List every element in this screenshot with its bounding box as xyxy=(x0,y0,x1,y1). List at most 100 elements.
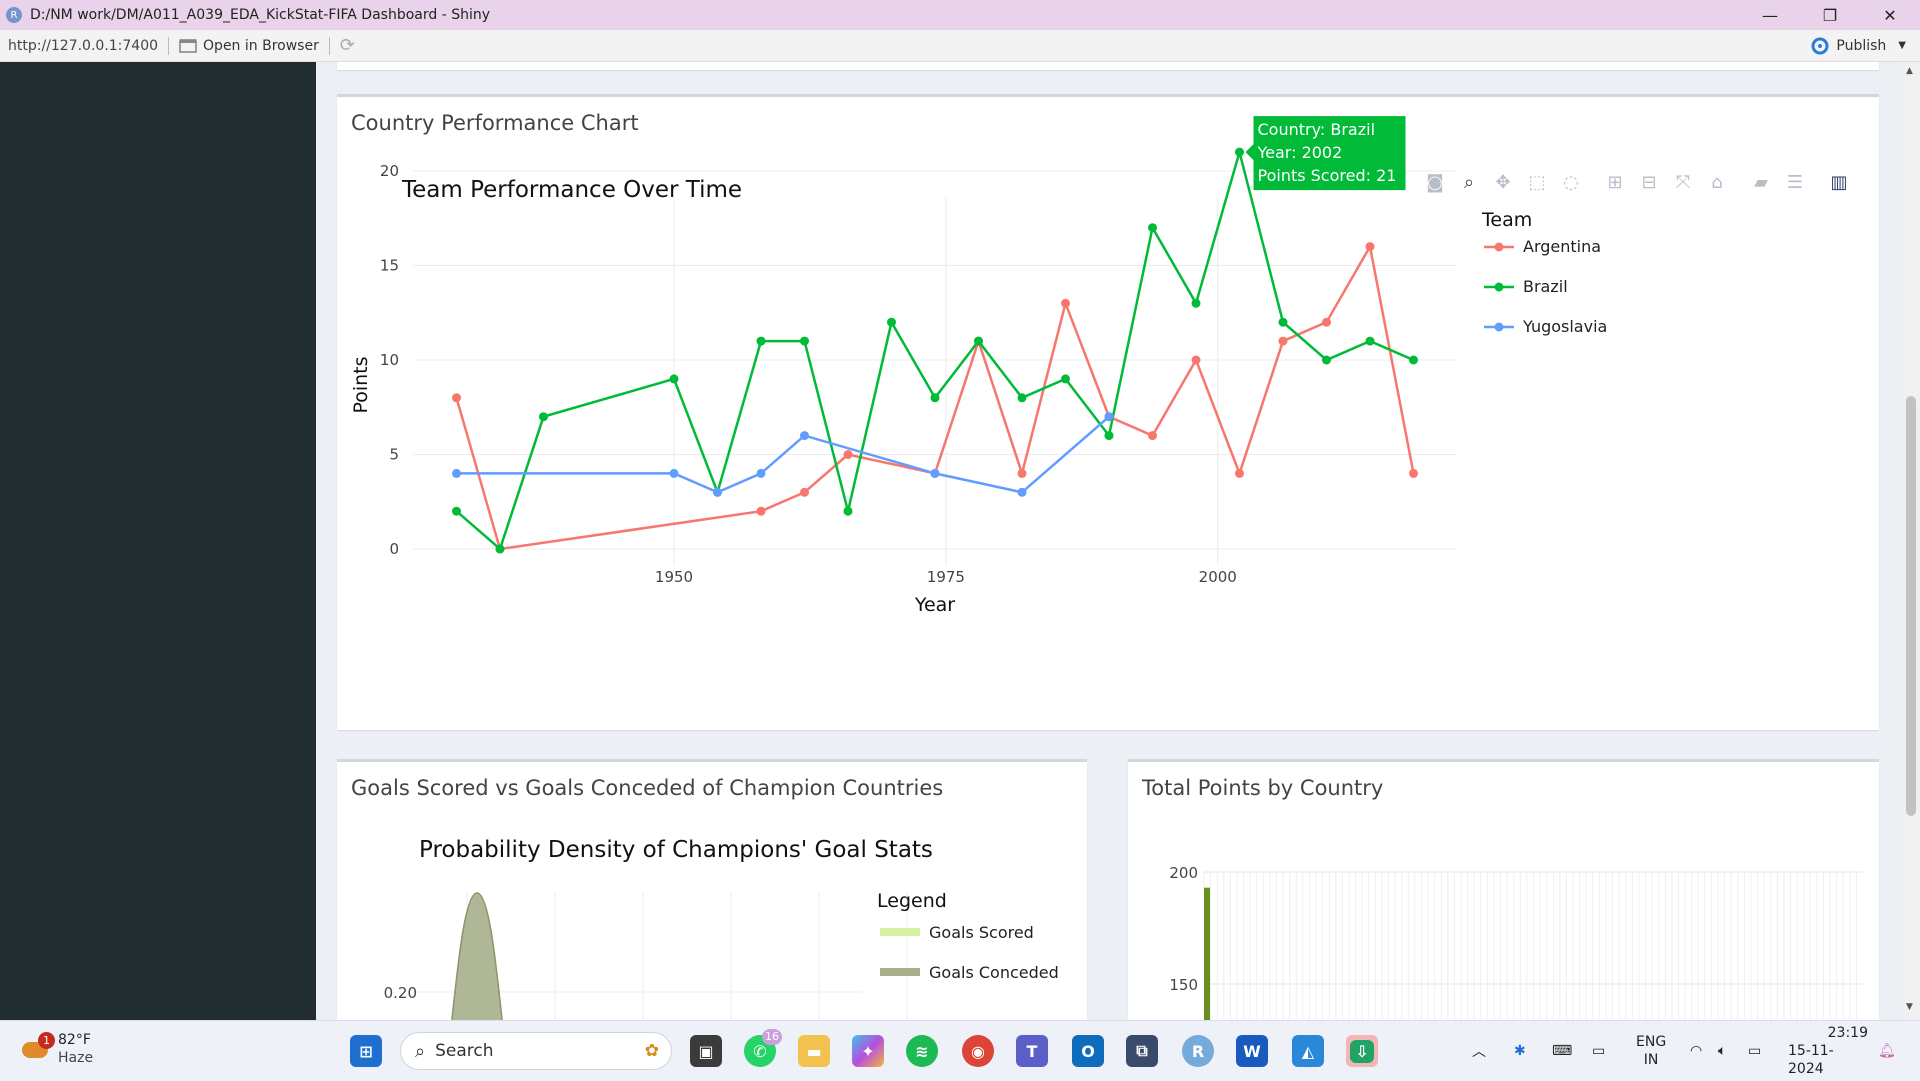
team-performance-chart[interactable]: Team Performance Over Time 0 5 10 15 20 1950 19… xyxy=(337,97,1879,733)
tooltip-line: Year: 2002 xyxy=(1257,143,1343,162)
chevron-down-icon: ▼ xyxy=(1898,40,1906,51)
notification-bell-icon[interactable]: 🔔︎ xyxy=(1878,1021,1896,1081)
legend-label: Goals Scored xyxy=(929,923,1034,942)
legend-title: Team xyxy=(1481,209,1532,231)
data-point-brazil xyxy=(843,506,853,516)
data-point-argentina xyxy=(1191,355,1201,365)
legend-title: Legend xyxy=(877,890,947,912)
legend-marker xyxy=(1494,242,1504,252)
copilot-icon[interactable]: ✦ xyxy=(852,1035,884,1067)
data-point-argentina xyxy=(843,450,853,459)
data-point-brazil xyxy=(1365,336,1375,346)
data-point-brazil xyxy=(452,506,461,516)
weather-badge: 1 xyxy=(38,1032,55,1049)
density-area-goals-conceded xyxy=(451,892,503,1020)
open-in-browser-label: Open in Browser xyxy=(203,37,319,54)
photos-icon[interactable]: ◭ xyxy=(1292,1035,1324,1067)
x-tick-label: 1975 xyxy=(927,568,965,586)
file-explorer-icon[interactable]: ▬ xyxy=(798,1035,830,1067)
keyboard-icon[interactable]: ⌨ xyxy=(1552,1021,1572,1081)
spotify-icon[interactable]: ≋ xyxy=(906,1035,938,1067)
scroll-down-icon[interactable]: ▼ xyxy=(1906,1002,1913,1012)
battery-icon[interactable]: ▭ xyxy=(1748,1021,1761,1081)
legend-label: Goals Conceded xyxy=(929,963,1059,982)
refresh-icon[interactable]: ⟳ xyxy=(340,35,355,56)
app-icon[interactable]: ⧉ xyxy=(1126,1035,1158,1067)
search-highlight-icon: ✿ xyxy=(644,1041,659,1061)
chart-title: Team Performance Over Time xyxy=(401,177,742,203)
display-icon[interactable]: ▭ xyxy=(1592,1021,1605,1081)
volume-icon[interactable]: 🔈︎ xyxy=(1718,1021,1726,1081)
data-point-brazil xyxy=(1148,223,1157,233)
y-tick-label: 150 xyxy=(1169,976,1198,994)
chart-title: Probability Density of Champions' Goal S… xyxy=(419,837,933,863)
rstudio-icon[interactable]: R xyxy=(1182,1035,1214,1067)
address-bar: http://127.0.0.1:7400 Open in Browser ⟳ … xyxy=(0,30,1920,62)
open-in-browser-button[interactable]: Open in Browser xyxy=(179,38,319,54)
weather-icon: 1 xyxy=(20,1032,55,1064)
search-icon: ⌕ xyxy=(415,1040,426,1062)
previous-box-bottom xyxy=(337,62,1879,70)
scroll-up-icon[interactable]: ▲ xyxy=(1906,66,1913,76)
windows-start-icon[interactable]: ⊞ xyxy=(350,1035,382,1067)
y-tick-label: 5 xyxy=(389,446,399,464)
vertical-scrollbar[interactable]: ▲ ▼ xyxy=(1902,62,1920,1020)
y-tick-label: 0.20 xyxy=(384,984,417,1002)
y-tick-label: 10 xyxy=(380,351,399,369)
publish-button[interactable]: Publish ▼ xyxy=(1810,37,1906,55)
weather-widget[interactable]: 1 82°F Haze xyxy=(20,1031,93,1067)
language-indicator[interactable]: ENG IN xyxy=(1636,1021,1666,1081)
goals-box: Goals Scored vs Goals Conceded of Champi… xyxy=(337,759,1087,1020)
goals-density-chart[interactable]: Probability Density of Champions' Goal S… xyxy=(337,762,1087,1020)
y-tick-label: 200 xyxy=(1169,864,1198,882)
teams-icon[interactable]: T xyxy=(1016,1035,1048,1067)
bluetooth-icon[interactable]: ✱ xyxy=(1514,1021,1526,1081)
total-points-chart[interactable]: 200 150 xyxy=(1128,762,1879,1020)
whatsapp-badge: 16 xyxy=(762,1029,782,1045)
clock[interactable]: 23:19 15-11-2024 xyxy=(1788,1021,1868,1081)
main-content: Country Performance Chart ◙ ⌕ ✥ ⬚ ◌ ⊞ ⊟ ⤧ ⌂ ▰ ☰ ▥ T… xyxy=(316,62,1902,1020)
data-point-yugoslavia xyxy=(1104,412,1114,422)
weather-desc: Haze xyxy=(58,1050,94,1066)
browser-window-icon xyxy=(179,38,197,53)
legend-label: Brazil xyxy=(1523,277,1568,296)
x-tick-label: 1950 xyxy=(655,568,693,586)
points-box: Total Points by Country 200 150 xyxy=(1128,759,1879,1020)
data-point-argentina xyxy=(1409,468,1418,478)
scrollbar-thumb[interactable] xyxy=(1906,396,1916,816)
taskbar-search[interactable]: ⌕ Search ✿ xyxy=(400,1032,672,1070)
data-point-argentina xyxy=(1061,298,1070,308)
download-app-icon[interactable]: ⇩ xyxy=(1346,1035,1378,1067)
lang-primary: ENG xyxy=(1636,1034,1667,1050)
data-point-brazil xyxy=(1061,374,1070,384)
data-point-argentina xyxy=(1148,431,1157,441)
data-point-brazil xyxy=(495,544,505,554)
y-tick-label: 0 xyxy=(389,540,399,558)
word-icon[interactable]: W xyxy=(1236,1035,1268,1067)
legend-swatch xyxy=(880,968,920,976)
minimize-button[interactable]: — xyxy=(1740,0,1800,30)
wifi-icon[interactable]: ◠ xyxy=(1690,1021,1702,1081)
window-title: D:/NM work/DM/A011_A039_EDA_KickStat-FIF… xyxy=(30,7,491,23)
window-titlebar: R D:/NM work/DM/A011_A039_EDA_KickStat-F… xyxy=(0,0,1920,30)
data-point-brazil xyxy=(887,317,896,327)
data-point-brazil xyxy=(539,412,548,422)
restore-button[interactable]: ❐ xyxy=(1800,0,1860,30)
x-tick-label: 2000 xyxy=(1199,568,1237,586)
chrome-icon[interactable]: ◉ xyxy=(962,1035,994,1067)
data-point-argentina xyxy=(1235,468,1244,478)
url-field[interactable]: http://127.0.0.1:7400 xyxy=(8,38,158,54)
data-point-brazil xyxy=(1017,393,1027,403)
data-point-yugoslavia xyxy=(669,468,679,478)
divider xyxy=(168,36,170,55)
outlook-icon[interactable]: O xyxy=(1072,1035,1104,1067)
search-label: Search xyxy=(435,1041,494,1061)
data-point-yugoslavia xyxy=(930,468,940,478)
tray-chevron-icon[interactable]: ︿ xyxy=(1472,1021,1486,1081)
weather-temp: 82°F xyxy=(58,1032,91,1048)
data-point-argentina xyxy=(1278,336,1288,346)
close-button[interactable]: ✕ xyxy=(1860,0,1920,30)
data-point-brazil xyxy=(974,336,983,346)
task-view-icon[interactable]: ▣ xyxy=(690,1035,722,1067)
data-point-brazil xyxy=(1409,355,1418,365)
